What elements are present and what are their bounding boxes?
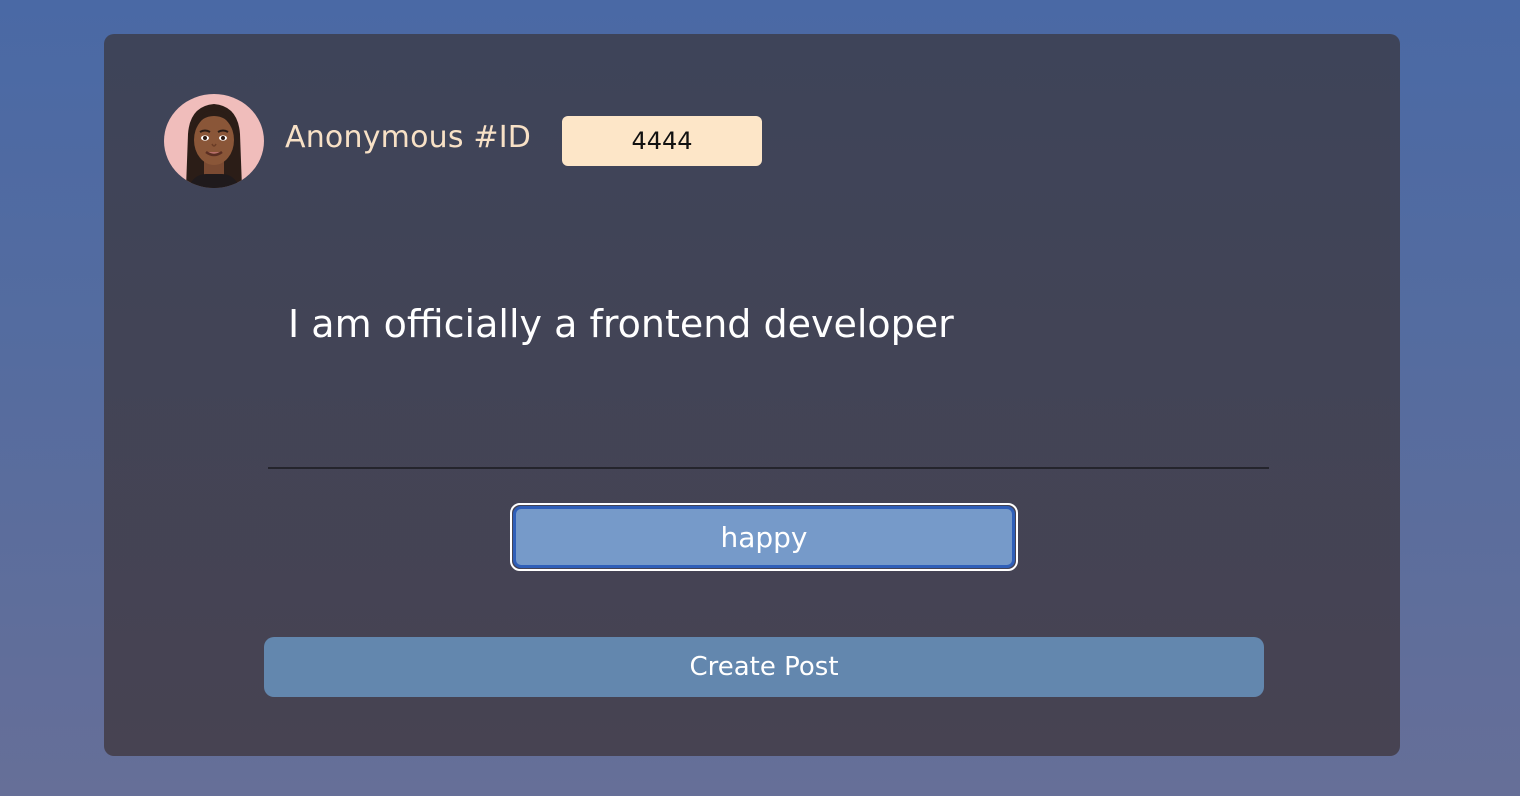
create-post-button[interactable]: Create Post <box>264 637 1264 697</box>
mood-input[interactable] <box>513 506 1015 568</box>
avatar <box>164 94 264 188</box>
create-post-card: Anonymous #ID I am officially a frontend… <box>104 34 1400 756</box>
mood-input-focus-ring <box>510 503 1018 571</box>
anonymous-id-label: Anonymous #ID <box>285 120 532 155</box>
post-text[interactable]: I am officially a frontend developer <box>288 302 954 346</box>
anonymous-id-input[interactable] <box>562 116 762 166</box>
memoji-avatar-icon <box>186 104 242 188</box>
divider <box>268 467 1269 469</box>
